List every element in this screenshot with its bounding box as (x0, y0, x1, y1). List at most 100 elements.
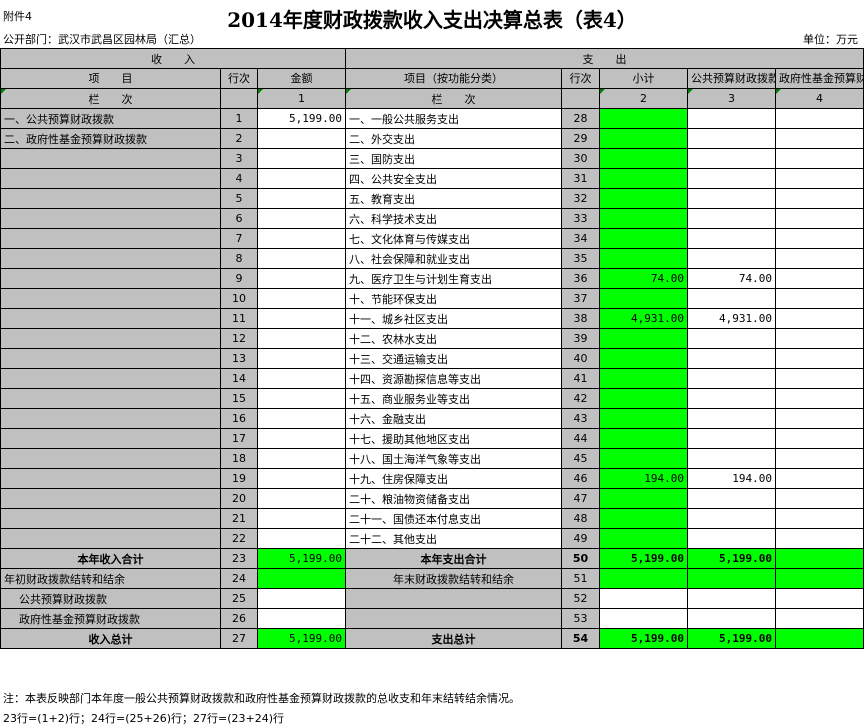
income-amount[interactable] (257, 368, 346, 389)
pub-budget-public[interactable] (687, 588, 776, 609)
expense-gov-fund[interactable] (774, 508, 864, 529)
income-item (0, 268, 221, 289)
income-amount[interactable] (257, 328, 346, 349)
income-amount[interactable] (257, 308, 346, 329)
expense-gov-fund[interactable] (774, 468, 864, 489)
income-amount[interactable] (257, 508, 346, 529)
gov-fund-public[interactable] (687, 608, 776, 629)
expense-public-budget[interactable] (687, 228, 776, 249)
expense-subtotal (599, 528, 688, 549)
expense-public-budget[interactable] (687, 148, 776, 169)
column-index-row: 栏 次 1 栏 次 2 3 4 (0, 88, 864, 109)
expense-public-budget[interactable]: 194.00 (687, 468, 776, 489)
pub-budget-amount[interactable] (257, 588, 346, 609)
expense-gov-fund[interactable] (774, 208, 864, 229)
income-amount[interactable] (257, 348, 346, 369)
income-amount[interactable] (257, 428, 346, 449)
year-income-label: 本年收入合计 (0, 548, 221, 569)
expense-gov-fund[interactable] (774, 148, 864, 169)
income-amount[interactable] (257, 388, 346, 409)
expense-total-public: 5,199.00 (687, 628, 776, 649)
expense-public-budget[interactable] (687, 448, 776, 469)
income-row-no: 1 (220, 108, 258, 129)
pub-budget-no: 25 (220, 588, 258, 609)
year-income-amount: 5,199.00 (257, 548, 346, 569)
income-amount[interactable] (257, 448, 346, 469)
gov-fund-subtotal[interactable] (599, 608, 688, 629)
income-amount[interactable] (257, 128, 346, 149)
income-item (0, 408, 221, 429)
expense-row-no: 36 (561, 268, 600, 289)
expense-public-budget[interactable] (687, 388, 776, 409)
expense-gov-fund[interactable] (774, 308, 864, 329)
column-index-blank (220, 88, 258, 109)
income-amount[interactable] (257, 148, 346, 169)
expense-gov-fund[interactable] (774, 228, 864, 249)
expense-public-budget[interactable] (687, 168, 776, 189)
expense-public-budget[interactable] (687, 248, 776, 269)
expense-public-budget[interactable] (687, 348, 776, 369)
income-amount[interactable] (257, 248, 346, 269)
table-row: 5 五、教育支出 32 (0, 188, 864, 209)
expense-public-budget[interactable] (687, 508, 776, 529)
gov-fund-amount[interactable] (257, 608, 346, 629)
income-row-no: 15 (220, 388, 258, 409)
expense-gov-fund[interactable] (774, 448, 864, 469)
expense-public-budget[interactable] (687, 208, 776, 229)
pub-budget-subtotal[interactable] (599, 588, 688, 609)
income-amount[interactable] (257, 468, 346, 489)
expense-subtotal (599, 428, 688, 449)
income-amount[interactable] (257, 268, 346, 289)
income-row-no: 16 (220, 408, 258, 429)
expense-public-budget[interactable] (687, 328, 776, 349)
expense-gov-fund[interactable] (774, 248, 864, 269)
expense-public-budget[interactable] (687, 408, 776, 429)
expense-subtotal (599, 448, 688, 469)
expense-gov-fund[interactable] (774, 528, 864, 549)
income-amount[interactable] (257, 208, 346, 229)
expense-public-budget[interactable]: 4,931.00 (687, 308, 776, 329)
income-amount[interactable] (257, 168, 346, 189)
expense-row-no: 28 (561, 108, 600, 129)
expense-public-budget[interactable] (687, 108, 776, 129)
expense-gov-fund[interactable] (774, 268, 864, 289)
expense-gov-fund[interactable] (774, 328, 864, 349)
expense-gov-fund[interactable] (774, 388, 864, 409)
expense-public-budget[interactable] (687, 188, 776, 209)
income-item (0, 308, 221, 329)
expense-public-budget[interactable] (687, 488, 776, 509)
income-amount[interactable]: 5,199.00 (257, 108, 346, 129)
expense-public-budget[interactable] (687, 428, 776, 449)
expense-public-budget[interactable] (687, 128, 776, 149)
expense-total-govfund (774, 628, 864, 649)
income-amount[interactable] (257, 528, 346, 549)
expense-gov-fund[interactable] (774, 488, 864, 509)
expense-row-no: 39 (561, 328, 600, 349)
expense-public-budget[interactable] (687, 528, 776, 549)
income-amount[interactable] (257, 408, 346, 429)
expense-gov-fund[interactable] (774, 288, 864, 309)
expense-public-budget[interactable] (687, 288, 776, 309)
expense-gov-fund[interactable] (774, 188, 864, 209)
expense-gov-fund[interactable] (774, 408, 864, 429)
expense-subtotal (599, 508, 688, 529)
expense-gov-fund[interactable] (774, 368, 864, 389)
expense-gov-fund[interactable] (774, 168, 864, 189)
expense-subtotal (599, 148, 688, 169)
income-header: 收 入 (0, 48, 346, 69)
income-amount[interactable] (257, 288, 346, 309)
income-amount[interactable] (257, 228, 346, 249)
income-item (0, 248, 221, 269)
expense-gov-fund[interactable] (774, 348, 864, 369)
gov-fund-govfund[interactable] (774, 608, 864, 629)
income-amount[interactable] (257, 188, 346, 209)
expense-public-budget[interactable] (687, 368, 776, 389)
expense-item: 二十一、国债还本付息支出 (345, 508, 562, 529)
expense-public-budget[interactable]: 74.00 (687, 268, 776, 289)
pub-budget-govfund[interactable] (774, 588, 864, 609)
expense-subtotal (599, 168, 688, 189)
expense-gov-fund[interactable] (774, 428, 864, 449)
income-amount[interactable] (257, 488, 346, 509)
expense-gov-fund[interactable] (774, 128, 864, 149)
expense-gov-fund[interactable] (774, 108, 864, 129)
